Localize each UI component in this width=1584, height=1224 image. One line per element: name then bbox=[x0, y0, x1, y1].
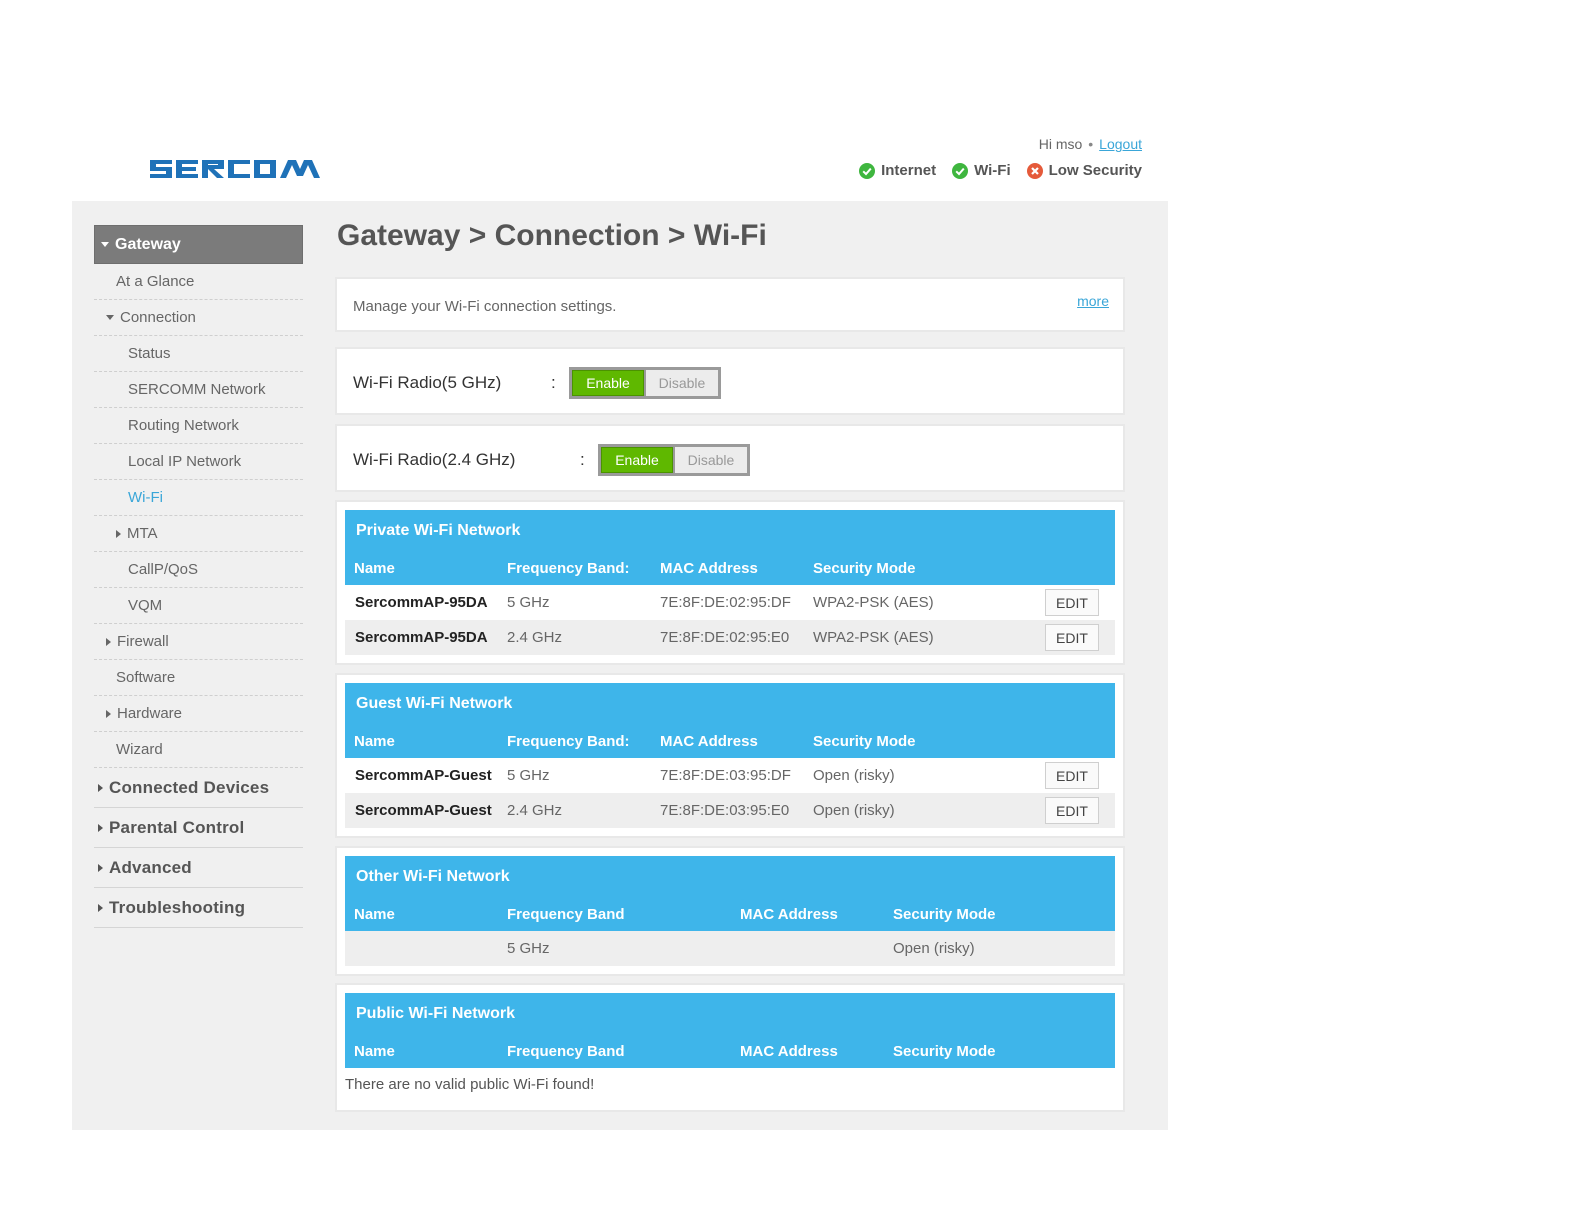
column-header-frequency: Frequency Band: bbox=[507, 560, 630, 577]
sidebar-item-mta[interactable]: MTA bbox=[94, 516, 303, 552]
check-circle-icon bbox=[859, 162, 876, 179]
edit-button[interactable]: EDIT bbox=[1045, 624, 1099, 651]
column-header-mac: MAC Address bbox=[660, 733, 758, 750]
column-header-name: Name bbox=[354, 560, 395, 577]
description-card: Manage your Wi-Fi connection settings. m… bbox=[335, 277, 1125, 332]
sidebar-item-wizard[interactable]: Wizard bbox=[94, 732, 303, 768]
sidebar-item-software[interactable]: Software bbox=[94, 660, 303, 696]
guest-wifi-title: Guest Wi-Fi Network bbox=[356, 695, 513, 712]
sidebar-item-firewall[interactable]: Firewall bbox=[94, 624, 303, 660]
guest-wifi-card: Guest Wi-Fi Network Name Frequency Band:… bbox=[335, 673, 1125, 838]
private-wifi-title: Private Wi-Fi Network bbox=[356, 522, 521, 539]
radio-5ghz-colon: : bbox=[551, 373, 556, 392]
other-wifi-title: Other Wi-Fi Network bbox=[356, 868, 510, 885]
radio-5ghz-label: Wi-Fi Radio(5 GHz) bbox=[353, 373, 502, 392]
sidebar-head-gateway[interactable]: Gateway bbox=[94, 225, 303, 264]
column-header-security: Security Mode bbox=[893, 1043, 996, 1060]
page-description: Manage your Wi-Fi connection settings. bbox=[353, 298, 617, 315]
sidebar-item-vqm[interactable]: VQM bbox=[94, 588, 303, 624]
caret-right-icon bbox=[98, 863, 103, 872]
table-row: SercommAP-95DA 2.4 GHz 7E:8F:DE:02:95:E0… bbox=[345, 620, 1115, 655]
public-wifi-card: Public Wi-Fi Network Name Frequency Band… bbox=[335, 983, 1125, 1112]
sidebar-item-troubleshooting[interactable]: Troubleshooting bbox=[94, 888, 303, 928]
column-header-security: Security Mode bbox=[893, 906, 996, 923]
sidebar-nav: Gateway At a Glance Connection Status SE… bbox=[94, 225, 303, 928]
logo-wordmark bbox=[150, 160, 320, 178]
private-wifi-header: Private Wi-Fi Network Name Frequency Ban… bbox=[345, 510, 1115, 585]
table-row: SercommAP-Guest 5 GHz 7E:8F:DE:03:95:DF … bbox=[345, 758, 1115, 793]
radio-5ghz-toggle: Enable Disable bbox=[569, 367, 721, 399]
column-header-frequency: Frequency Band bbox=[507, 906, 625, 923]
radio-24ghz-disable-button[interactable]: Disable bbox=[675, 447, 747, 473]
column-header-frequency: Frequency Band bbox=[507, 1043, 625, 1060]
status-wifi: Wi-Fi bbox=[952, 162, 1011, 179]
radio-24ghz-label: Wi-Fi Radio(2.4 GHz) bbox=[353, 450, 516, 469]
page-title: Gateway > Connection > Wi-Fi bbox=[337, 219, 767, 252]
caret-right-icon bbox=[98, 903, 103, 912]
status-internet: Internet bbox=[859, 162, 936, 179]
public-wifi-header: Public Wi-Fi Network Name Frequency Band… bbox=[345, 993, 1115, 1068]
sercomm-logo bbox=[150, 156, 320, 182]
caret-right-icon bbox=[106, 637, 111, 646]
column-header-security: Security Mode bbox=[813, 560, 916, 577]
user-greeting-line: Hi mso • Logout bbox=[1038, 136, 1142, 152]
other-wifi-header: Other Wi-Fi Network Name Frequency Band … bbox=[345, 856, 1115, 931]
column-header-security: Security Mode bbox=[813, 733, 916, 750]
radio-5ghz-card: Wi-Fi Radio(5 GHz) : Enable Disable bbox=[335, 347, 1125, 415]
table-row: 5 GHz Open (risky) bbox=[345, 931, 1115, 966]
edit-button[interactable]: EDIT bbox=[1045, 589, 1099, 616]
caret-right-icon bbox=[106, 709, 111, 718]
sidebar-item-local-ip-network[interactable]: Local IP Network bbox=[94, 444, 303, 480]
logout-link[interactable]: Logout bbox=[1099, 136, 1142, 152]
sidebar-item-status[interactable]: Status bbox=[94, 336, 303, 372]
sidebar-item-at-a-glance[interactable]: At a Glance bbox=[94, 264, 303, 300]
column-header-name: Name bbox=[354, 1043, 395, 1060]
table-row: SercommAP-Guest 2.4 GHz 7E:8F:DE:03:95:E… bbox=[345, 793, 1115, 828]
edit-button[interactable]: EDIT bbox=[1045, 762, 1099, 789]
caret-right-icon bbox=[116, 529, 121, 538]
table-row: SercommAP-95DA 5 GHz 7E:8F:DE:02:95:DF W… bbox=[345, 585, 1115, 620]
column-header-name: Name bbox=[354, 906, 395, 923]
more-link[interactable]: more bbox=[1077, 293, 1109, 309]
radio-5ghz-disable-button[interactable]: Disable bbox=[646, 370, 718, 396]
caret-right-icon bbox=[98, 783, 103, 792]
edit-button[interactable]: EDIT bbox=[1045, 797, 1099, 824]
check-circle-icon bbox=[952, 162, 969, 179]
radio-5ghz-enable-button[interactable]: Enable bbox=[572, 370, 644, 396]
caret-right-icon bbox=[98, 823, 103, 832]
other-wifi-card: Other Wi-Fi Network Name Frequency Band … bbox=[335, 846, 1125, 976]
x-circle-icon bbox=[1026, 162, 1043, 179]
greeting-text: Hi mso bbox=[1038, 136, 1083, 152]
sidebar-item-advanced[interactable]: Advanced bbox=[94, 848, 303, 888]
guest-wifi-header: Guest Wi-Fi Network Name Frequency Band:… bbox=[345, 683, 1115, 758]
sidebar-item-wifi[interactable]: Wi-Fi bbox=[94, 480, 303, 516]
sidebar-item-callp-qos[interactable]: CallP/QoS bbox=[94, 552, 303, 588]
column-header-mac: MAC Address bbox=[740, 1043, 838, 1060]
main-frame: Gateway At a Glance Connection Status SE… bbox=[72, 201, 1168, 1130]
sidebar-item-sercomm-network[interactable]: SERCOMM Network bbox=[94, 372, 303, 408]
public-wifi-empty-message: There are no valid public Wi-Fi found! bbox=[345, 1076, 595, 1093]
radio-24ghz-enable-button[interactable]: Enable bbox=[601, 447, 673, 473]
sidebar-item-routing-network[interactable]: Routing Network bbox=[94, 408, 303, 444]
column-header-mac: MAC Address bbox=[660, 560, 758, 577]
sidebar-item-parental-control[interactable]: Parental Control bbox=[94, 808, 303, 848]
private-wifi-card: Private Wi-Fi Network Name Frequency Ban… bbox=[335, 500, 1125, 665]
column-header-name: Name bbox=[354, 733, 395, 750]
sidebar-item-connected-devices[interactable]: Connected Devices bbox=[94, 768, 303, 808]
caret-down-icon bbox=[101, 242, 109, 247]
radio-24ghz-colon: : bbox=[580, 450, 585, 469]
radio-24ghz-card: Wi-Fi Radio(2.4 GHz) : Enable Disable bbox=[335, 424, 1125, 492]
sidebar-item-connection[interactable]: Connection bbox=[94, 300, 303, 336]
public-wifi-title: Public Wi-Fi Network bbox=[356, 1005, 515, 1022]
status-indicators: Internet Wi-Fi Low Security bbox=[843, 162, 1142, 179]
status-low-security: Low Security bbox=[1026, 162, 1142, 179]
radio-24ghz-toggle: Enable Disable bbox=[598, 444, 750, 476]
column-header-frequency: Frequency Band: bbox=[507, 733, 630, 750]
column-header-mac: MAC Address bbox=[740, 906, 838, 923]
caret-down-icon bbox=[106, 315, 114, 320]
sidebar-item-hardware[interactable]: Hardware bbox=[94, 696, 303, 732]
